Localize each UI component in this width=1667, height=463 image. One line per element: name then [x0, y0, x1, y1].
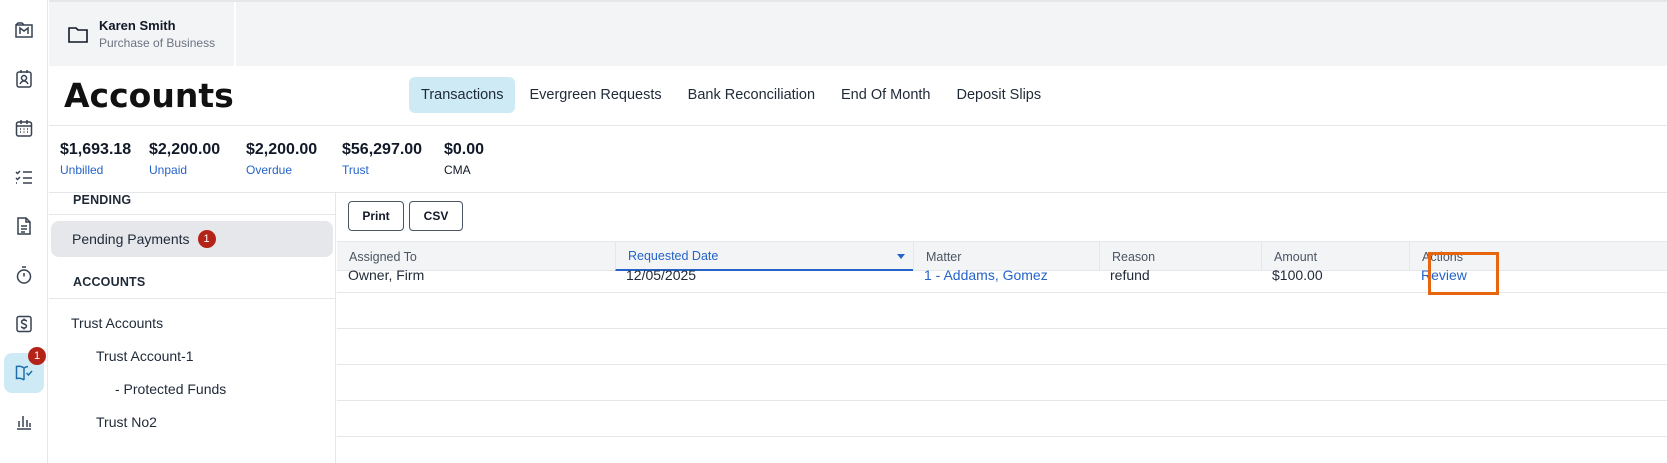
- stat-value: $1,693.18: [60, 141, 132, 158]
- reports-icon: [17, 416, 31, 430]
- divider: [49, 298, 336, 299]
- stat-value: $2,200.00: [149, 141, 221, 158]
- divider: [49, 214, 336, 215]
- accounts-sidebar: PENDING Pending Payments 1 ACCOUNTS Trus…: [49, 193, 336, 463]
- stat-label[interactable]: Unpaid: [149, 163, 220, 177]
- context-subtitle: Purchase of Business: [99, 36, 216, 50]
- stat-value: $56,297.00: [342, 141, 423, 158]
- context-bar: Karen Smith Purchase of Business: [49, 0, 1667, 66]
- transactions-panel: Print CSV Assigned To Requested Date Mat…: [337, 193, 1667, 463]
- stat-value: $2,200.00: [246, 141, 318, 158]
- rail-documents[interactable]: [4, 206, 44, 246]
- page-header: Accounts Transactions Evergreen Requests…: [49, 66, 1667, 126]
- cell-assigned-to: Owner, Firm: [348, 267, 425, 283]
- page-title: Accounts: [64, 76, 234, 115]
- stat-unpaid[interactable]: $2,200.00 Unpaid: [149, 141, 220, 177]
- tab-deposit-slips[interactable]: Deposit Slips: [944, 77, 1053, 113]
- app: 1 Karen Smith Purchase of Business Accou…: [0, 0, 1667, 463]
- sidebar-item-pending-payments[interactable]: Pending Payments 1: [51, 221, 333, 257]
- sidebar-item-label: Pending Payments: [72, 231, 190, 247]
- stat-label: CMA: [444, 163, 471, 177]
- context-name: Karen Smith: [99, 18, 176, 33]
- accounts-icon: [15, 365, 33, 381]
- tree-item-trust-account-1[interactable]: Trust Account-1: [96, 348, 194, 364]
- stat-label[interactable]: Trust: [342, 163, 422, 177]
- table-row-empty: [337, 401, 1667, 437]
- rail-accounts[interactable]: 1: [4, 347, 46, 393]
- stat-overdue[interactable]: $2,200.00 Overdue: [246, 141, 317, 177]
- pending-heading: PENDING: [73, 193, 132, 207]
- cell-amount: $100.00: [1272, 267, 1323, 283]
- stat-cma: $0.00 CMA: [444, 141, 484, 177]
- csv-button[interactable]: CSV: [409, 201, 463, 231]
- billing-icon: [16, 315, 32, 333]
- tasks-icon: [15, 170, 32, 184]
- matters-icon: [15, 22, 33, 38]
- calendar-icon: [15, 120, 33, 137]
- rail-billing[interactable]: [4, 304, 44, 344]
- stat-trust[interactable]: $56,297.00 Trust: [342, 141, 422, 177]
- rail-matters[interactable]: [4, 10, 44, 50]
- stat-value: $0.00: [444, 141, 485, 158]
- cell-reason: refund: [1110, 267, 1150, 283]
- table-row-empty: [337, 365, 1667, 401]
- documents-icon: [17, 217, 31, 235]
- rail-tasks[interactable]: [4, 157, 44, 197]
- folder-icon: [68, 27, 88, 43]
- print-button[interactable]: Print: [348, 201, 404, 231]
- tree-item-protected-funds[interactable]: - Protected Funds: [115, 381, 226, 397]
- tab-end-of-month[interactable]: End Of Month: [829, 77, 942, 113]
- tab-bank-reconciliation[interactable]: Bank Reconciliation: [676, 77, 827, 113]
- contacts-icon: [16, 70, 32, 88]
- pending-count-badge: 1: [197, 230, 216, 248]
- timer-icon: [16, 266, 32, 284]
- tab-transactions[interactable]: Transactions: [409, 77, 516, 113]
- stat-label[interactable]: Unbilled: [60, 163, 131, 177]
- left-rail: 1: [0, 0, 48, 463]
- tree-item-trust-no2[interactable]: Trust No2: [96, 414, 157, 430]
- table-row-empty: [337, 329, 1667, 365]
- rail-reports[interactable]: [4, 402, 44, 442]
- matter-context-card[interactable]: Karen Smith Purchase of Business: [49, 2, 236, 66]
- stat-label[interactable]: Overdue: [246, 163, 317, 177]
- cell-requested-date: 12/05/2025: [626, 267, 697, 283]
- accounts-heading: ACCOUNTS: [73, 275, 146, 289]
- stat-unbilled[interactable]: $1,693.18 Unbilled: [60, 141, 131, 177]
- rail-contacts[interactable]: [4, 59, 44, 99]
- summary-stats: $1,693.18 Unbilled $2,200.00 Unpaid $2,2…: [49, 127, 1667, 193]
- tab-evergreen-requests[interactable]: Evergreen Requests: [517, 77, 673, 113]
- table-row-empty: [337, 293, 1667, 329]
- rail-timer[interactable]: [4, 255, 44, 295]
- accounts-badge: 1: [28, 347, 46, 365]
- cell-matter-link[interactable]: 1 - Addams, Gomez: [913, 257, 1099, 293]
- tree-item-trust-accounts[interactable]: Trust Accounts: [71, 315, 163, 331]
- rail-calendar[interactable]: [4, 108, 44, 148]
- review-highlight-box: [1428, 252, 1499, 295]
- tab-bar: Transactions Evergreen Requests Bank Rec…: [409, 77, 1055, 113]
